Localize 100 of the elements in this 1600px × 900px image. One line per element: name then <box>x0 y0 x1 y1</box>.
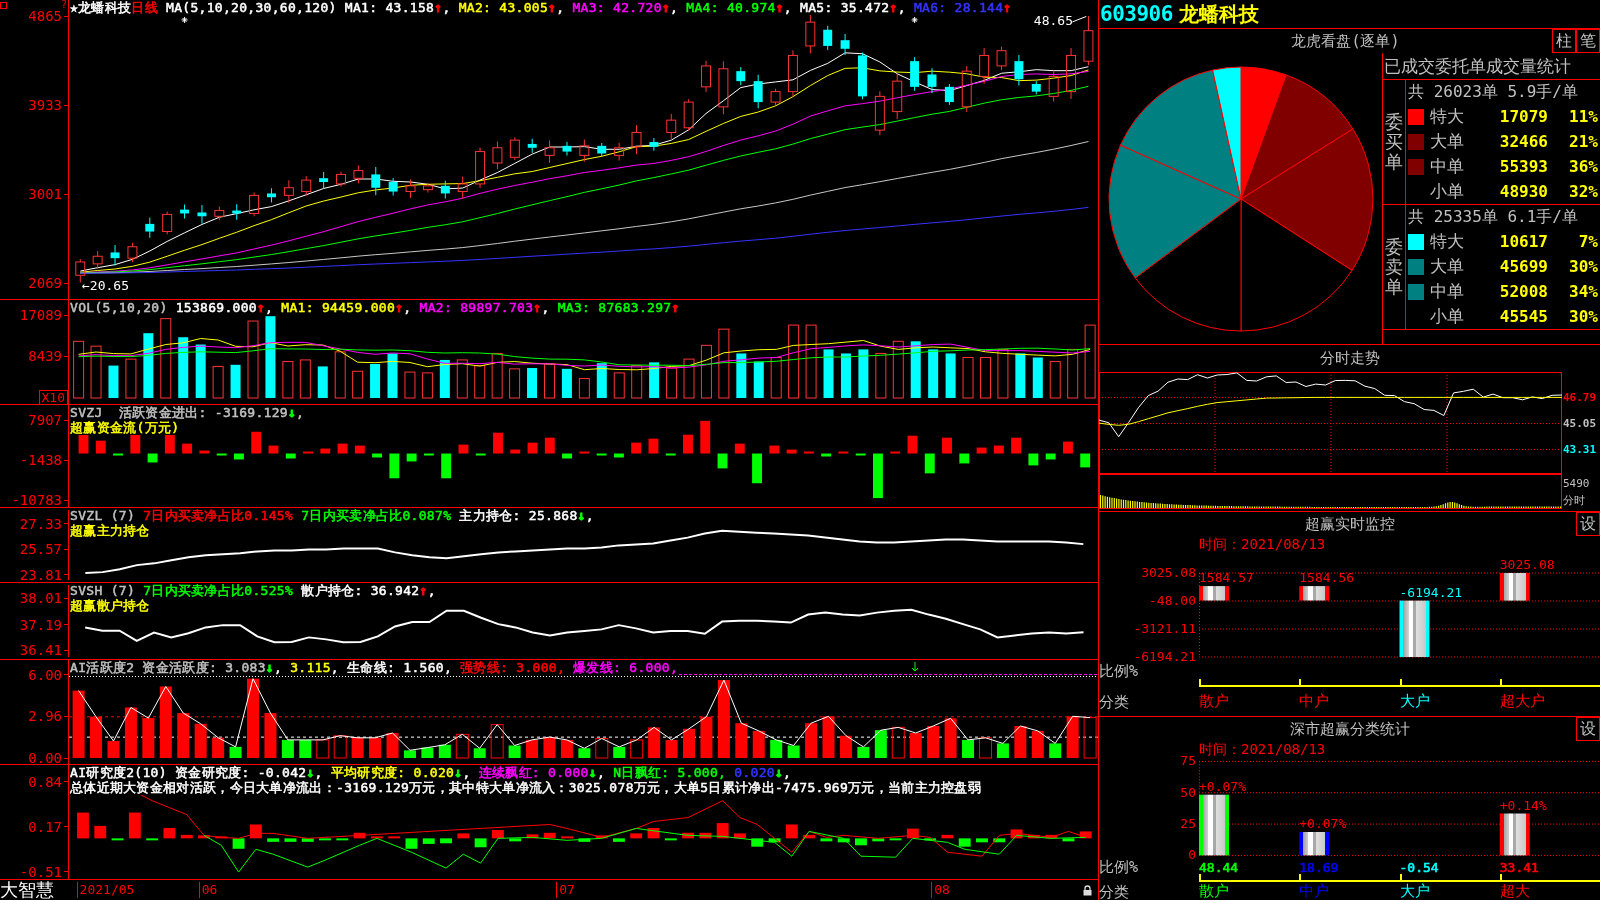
axis-title: 分类 <box>1099 694 1129 709</box>
axis-label: 38.01 <box>19 591 68 605</box>
axis-label: 7907 <box>28 413 68 427</box>
legend-text: ★龙蟠科技 <box>70 0 132 15</box>
time-label: 时间：2021/08/13 <box>1199 741 1326 757</box>
legend-text: 散户持仓: 36.942 <box>300 583 420 598</box>
legend-text: , <box>403 300 413 315</box>
share-value: 7% <box>1578 232 1598 251</box>
order-type-label: 大单 <box>1430 255 1465 278</box>
trend-arrow: ↑ <box>256 300 266 315</box>
share-value: 30% <box>1569 307 1598 326</box>
category-label: 大户 <box>1399 692 1430 711</box>
date-label: 06 <box>198 882 218 898</box>
legend-text: , <box>556 0 566 15</box>
axis-label: 4865 <box>28 9 68 23</box>
settings-button[interactable]: 设 <box>1576 512 1600 536</box>
trend-arrow: ↑ <box>775 0 784 15</box>
legend-text: , <box>585 508 594 523</box>
volume-value: 17079 <box>1499 107 1548 126</box>
legend-text: MA2: 43.005 <box>458 0 549 15</box>
value-label: -6194.21 <box>1399 585 1463 600</box>
panel-title: 深市超赢分类统计 <box>1289 719 1410 738</box>
side-label: 委卖单 <box>1385 237 1403 297</box>
volume-value: 45545 <box>1499 307 1548 326</box>
order-type-label: 小单 <box>1430 180 1465 203</box>
trend-arrow: ↑ <box>671 300 680 315</box>
trend-arrow: ↑ <box>548 0 557 15</box>
legend-text: , <box>427 583 436 598</box>
axis-label: 2069 <box>28 276 68 290</box>
legend-text: 7日内买卖净占比0.145% <box>143 508 294 523</box>
share-value: 34% <box>1569 282 1598 301</box>
view-button[interactable]: 笔 <box>1576 29 1600 53</box>
axis-label: 8439 <box>28 349 68 363</box>
trend-arrow: ↓ <box>454 765 463 780</box>
axis-label: 3025.08 <box>1141 566 1196 580</box>
axis-label: 25 <box>1180 817 1196 832</box>
legend-text: , <box>783 765 792 780</box>
trend-arrow: ↓ <box>306 765 315 780</box>
trend-arrow: ↓ <box>577 508 586 523</box>
legend-text: MA4: 40.974 <box>686 0 776 15</box>
legend-text: 153869.000 <box>175 300 257 315</box>
value-label: -0.54 <box>1399 860 1439 874</box>
volume-value: 10617 <box>1499 232 1548 251</box>
value-label: 3025.08 <box>1499 558 1555 572</box>
view-button[interactable]: 柱 <box>1552 29 1576 53</box>
volume-value: 52008 <box>1499 282 1548 301</box>
volume-label: 5490 <box>1563 478 1590 490</box>
legend-text: 0.020 <box>733 765 775 780</box>
panel-title: 龙虎看盘(逐单) <box>1291 31 1400 50</box>
legend-text: , <box>596 765 606 780</box>
legend-text: VOL(5,10,20) <box>70 300 169 315</box>
chart-bar <box>1299 832 1330 856</box>
volume-value: 45699 <box>1499 257 1548 276</box>
lock-icon <box>1082 884 1092 896</box>
square-icon <box>0 2 7 9</box>
legend-text: MA3: 87683.297 <box>557 300 672 315</box>
legend-text: MA1: 94459.000 <box>281 300 396 315</box>
legend-text: AI研究度2(10) 资金研究度: -0.042 <box>70 765 307 780</box>
category-label: 中户 <box>1299 882 1330 900</box>
axis-label: 46.79 <box>1563 391 1597 404</box>
axis-title: 分类 <box>1099 884 1129 899</box>
trend-arrow: ↑ <box>661 0 670 15</box>
category-label: 散户 <box>1199 882 1229 900</box>
legend-text: , <box>442 0 452 15</box>
table-title: 已成交委托单成交量统计 <box>1384 54 1571 78</box>
change-label: +0.14% <box>1499 798 1547 813</box>
order-type-label: 中单 <box>1430 155 1465 178</box>
axis-label: 3933 <box>28 98 68 112</box>
trend-arrow: ↓ <box>588 765 597 780</box>
axis-label: 0 <box>1188 848 1196 863</box>
legend-text: 超赢主力持仓 <box>70 523 150 538</box>
axis-label: 37.19 <box>19 617 68 632</box>
settings-button[interactable]: 设 <box>1576 717 1600 741</box>
legend-text: MA2: 89897.703 <box>419 300 534 315</box>
chart-bar <box>1199 794 1229 856</box>
legend-text: 7日内买卖净占比0.525% <box>143 583 294 598</box>
order-type-label: 特大 <box>1430 105 1465 128</box>
order-type-label: 大单 <box>1430 130 1465 153</box>
scale-label: X10 <box>38 390 68 404</box>
chart-bar <box>1399 600 1430 657</box>
trend-arrow: ↑ <box>419 583 428 598</box>
date-label: 2021/05 <box>76 882 135 898</box>
chart-bar <box>1199 586 1229 601</box>
axis-label: -10783 <box>11 493 68 507</box>
axis-label: 6.00 <box>28 667 68 682</box>
chart-bar <box>1499 573 1530 601</box>
axis-label: 50 <box>1180 785 1196 800</box>
axis-label: 25.57 <box>19 542 68 556</box>
legend-text: SVZL (7) <box>70 508 136 523</box>
legend-text: 日线 <box>131 0 158 15</box>
legend-text: 7日内买卖净占比0.087% <box>300 508 452 523</box>
axis-title: 比例% <box>1099 664 1139 678</box>
legend-text: MA(5,10,20,30,60,120) MA1: 43.158 <box>165 0 435 15</box>
legend-text: , <box>670 0 680 15</box>
legend-text: SVSH (7) <box>70 583 136 598</box>
value-label: 18.69 <box>1299 860 1339 874</box>
legend-text: , <box>265 300 275 315</box>
axis-label: 0.00 <box>28 751 68 764</box>
axis-label: 45.05 <box>1563 417 1597 430</box>
axis-label: -48.00 <box>1149 594 1196 608</box>
